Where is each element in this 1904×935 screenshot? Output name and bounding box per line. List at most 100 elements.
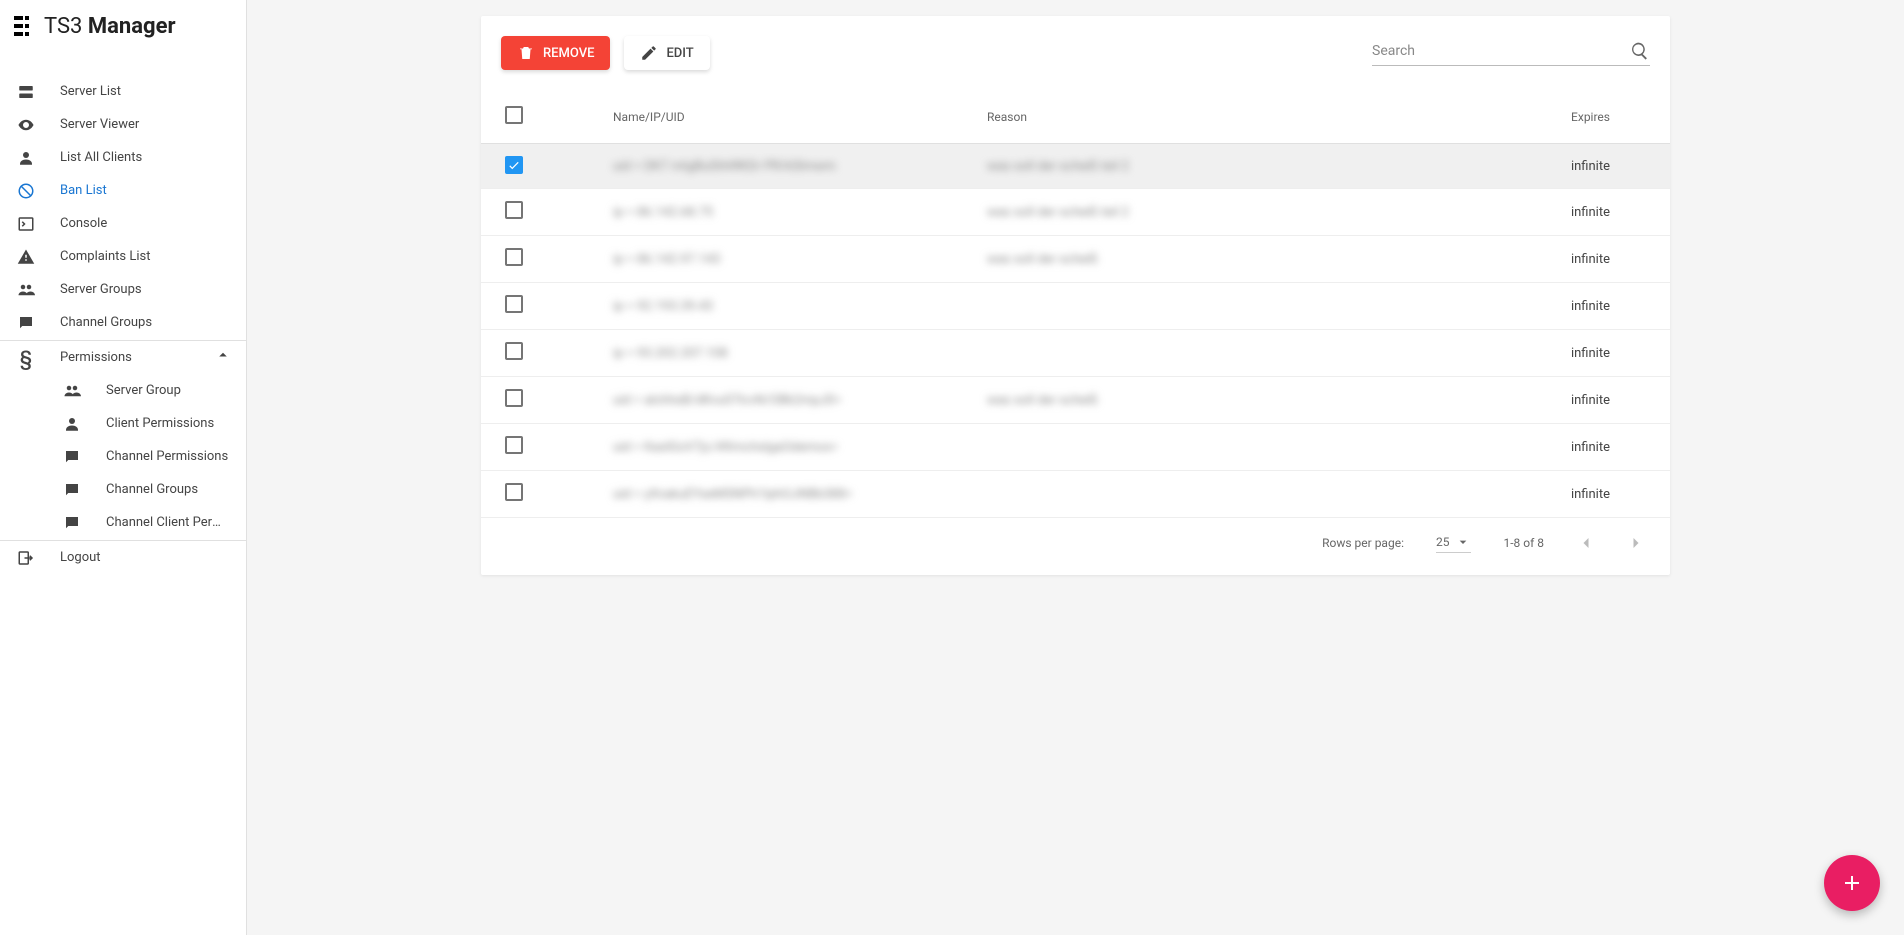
cell-reason: was soll der scheiß teil 2: [975, 189, 1217, 236]
row-checkbox[interactable]: [505, 156, 523, 174]
table-row[interactable]: ip = 86.142.97.143was soll der scheißinf…: [481, 236, 1670, 283]
add-ban-fab[interactable]: [1824, 855, 1880, 911]
chat-icon: [14, 311, 38, 335]
cell-name: ip = 92.193.39.43: [601, 283, 975, 330]
row-checkbox[interactable]: [505, 389, 523, 407]
app-logo: TS3 Manager: [0, 0, 246, 57]
table-row[interactable]: ip = 93.202.207.108 infinite: [481, 330, 1670, 377]
sidebar-item-logout[interactable]: Logout: [0, 541, 246, 574]
chevron-up-icon: [214, 346, 232, 369]
column-header-name[interactable]: Name/IP/UID: [601, 90, 975, 144]
cell-name: ip = 86.142.68.75: [601, 189, 975, 236]
sidebar-sub-item-channel-permissions[interactable]: Channel Permissions: [0, 440, 246, 473]
cell-name: ip = 93.202.207.108: [601, 330, 975, 377]
row-checkbox[interactable]: [505, 436, 523, 454]
sidebar-item-label: Permissions: [60, 350, 214, 365]
row-checkbox[interactable]: [505, 248, 523, 266]
row-checkbox-cell: [481, 283, 601, 330]
select-all-header: [481, 90, 601, 144]
person-icon: [14, 146, 38, 170]
sidebar-item-label: Server List: [60, 84, 232, 99]
table-row[interactable]: uid = DK7 mtgBuShhRKDr PR/kSlmwmwas soll…: [481, 144, 1670, 189]
ban-table: Name/IP/UID Reason Expires uid = DK7 mtg…: [481, 90, 1670, 518]
cell-name: uid = KaslGoV7jc/#XmchslgaOdemos=: [601, 424, 975, 471]
table-row[interactable]: uid = alchhsB/dKvu07lcvN/OBk2mpJ0=was so…: [481, 377, 1670, 424]
select-all-checkbox[interactable]: [505, 106, 523, 124]
sidebar-item-label: Complaints List: [60, 249, 232, 264]
remove-button-label: Remove: [543, 46, 594, 61]
chat-icon: [60, 511, 84, 535]
sidebar-item-ban-list[interactable]: Ban List: [0, 174, 246, 207]
pagination-range: 1-8 of 8: [1503, 536, 1544, 550]
edit-button-label: Edit: [666, 46, 693, 61]
row-checkbox-cell: [481, 144, 601, 189]
row-checkbox-cell: [481, 189, 601, 236]
sidebar-item-label: Channel Groups: [106, 482, 232, 497]
chevron-right-icon[interactable]: [1626, 533, 1646, 553]
person-icon: [60, 412, 84, 436]
column-header-reason[interactable]: Reason: [975, 90, 1217, 144]
row-checkbox[interactable]: [505, 201, 523, 219]
sidebar-sub-item-server-group[interactable]: Server Group: [0, 374, 246, 407]
row-checkbox-cell: [481, 236, 601, 283]
sidebar-item-list-all-clients[interactable]: List All Clients: [0, 141, 246, 174]
sidebar-item-channel-groups[interactable]: Channel Groups: [0, 306, 246, 339]
sidebar-sub-item-channel-client-permissions[interactable]: Channel Client Permissio…: [0, 506, 246, 539]
terminal-icon: [14, 212, 38, 236]
group-icon: [14, 278, 38, 302]
sidebar-sub-item-client-permissions[interactable]: Client Permissions: [0, 407, 246, 440]
pencil-icon: [640, 44, 658, 62]
table-row[interactable]: ip = 92.193.39.43infinite: [481, 283, 1670, 330]
sidebar-item-server-list[interactable]: Server List: [0, 75, 246, 108]
dns-icon: [14, 80, 38, 104]
cell-expires: infinite: [1217, 471, 1670, 518]
row-checkbox-cell: [481, 377, 601, 424]
sidebar-item-server-groups[interactable]: Server Groups: [0, 273, 246, 306]
cell-expires: infinite: [1217, 377, 1670, 424]
chat-icon: [60, 445, 84, 469]
rows-per-page-value: 25: [1436, 535, 1450, 549]
cell-name: uid = DK7 mtgBuShhRKDr PR/kSlmwm: [601, 144, 975, 189]
sidebar-item-label: Server Group: [106, 383, 232, 398]
logo-icon: [14, 16, 36, 38]
column-header-expires[interactable]: Expires: [1217, 90, 1670, 144]
row-checkbox[interactable]: [505, 295, 523, 313]
app-title: TS3 Manager: [44, 14, 176, 39]
row-checkbox[interactable]: [505, 483, 523, 501]
table-row[interactable]: uid = yXvakuEYseMSNPh1lphOJNBb388= infini…: [481, 471, 1670, 518]
cell-reason: [975, 471, 1217, 518]
table-row[interactable]: ip = 86.142.68.75was soll der scheiß tei…: [481, 189, 1670, 236]
cell-reason: [975, 424, 1217, 471]
sidebar-item-console[interactable]: Console: [0, 207, 246, 240]
sidebar-item-label: Channel Groups: [60, 315, 232, 330]
chat-icon: [60, 478, 84, 502]
sidebar-item-complaints-list[interactable]: Complaints List: [0, 240, 246, 273]
pagination-nav: [1576, 533, 1646, 553]
row-checkbox-cell: [481, 330, 601, 377]
sidebar-item-label: List All Clients: [60, 150, 232, 165]
table-footer: Rows per page: 25 1-8 of 8: [481, 518, 1670, 575]
dropdown-icon: [1455, 534, 1471, 550]
edit-button[interactable]: Edit: [624, 36, 709, 70]
trash-icon: [517, 44, 535, 62]
sidebar-item-label: Server Groups: [60, 282, 232, 297]
row-checkbox[interactable]: [505, 342, 523, 360]
sidebar-item-label: Server Viewer: [60, 117, 232, 132]
remove-button[interactable]: Remove: [501, 36, 610, 70]
rows-per-page-select[interactable]: 25: [1436, 532, 1472, 553]
chevron-left-icon[interactable]: [1576, 533, 1596, 553]
table-row[interactable]: uid = KaslGoV7jc/#XmchslgaOdemos=infinit…: [481, 424, 1670, 471]
cell-reason: [975, 283, 1217, 330]
cell-name: uid = yXvakuEYseMSNPh1lphOJNBb388=: [601, 471, 975, 518]
cell-reason: was soll der scheiß: [975, 377, 1217, 424]
sidebar-item-server-viewer[interactable]: Server Viewer: [0, 108, 246, 141]
search-input[interactable]: [1372, 43, 1630, 59]
nav-list: Server List Server Viewer List All Clien…: [0, 57, 246, 574]
search-field[interactable]: [1372, 41, 1650, 66]
cell-expires: infinite: [1217, 330, 1670, 377]
sidebar-item-permissions[interactable]: § Permissions: [0, 341, 246, 374]
sidebar-item-label: Channel Client Permissio…: [106, 515, 232, 530]
cell-reason: was soll der scheiß: [975, 236, 1217, 283]
group-icon: [60, 379, 84, 403]
sidebar-sub-item-channel-groups[interactable]: Channel Groups: [0, 473, 246, 506]
